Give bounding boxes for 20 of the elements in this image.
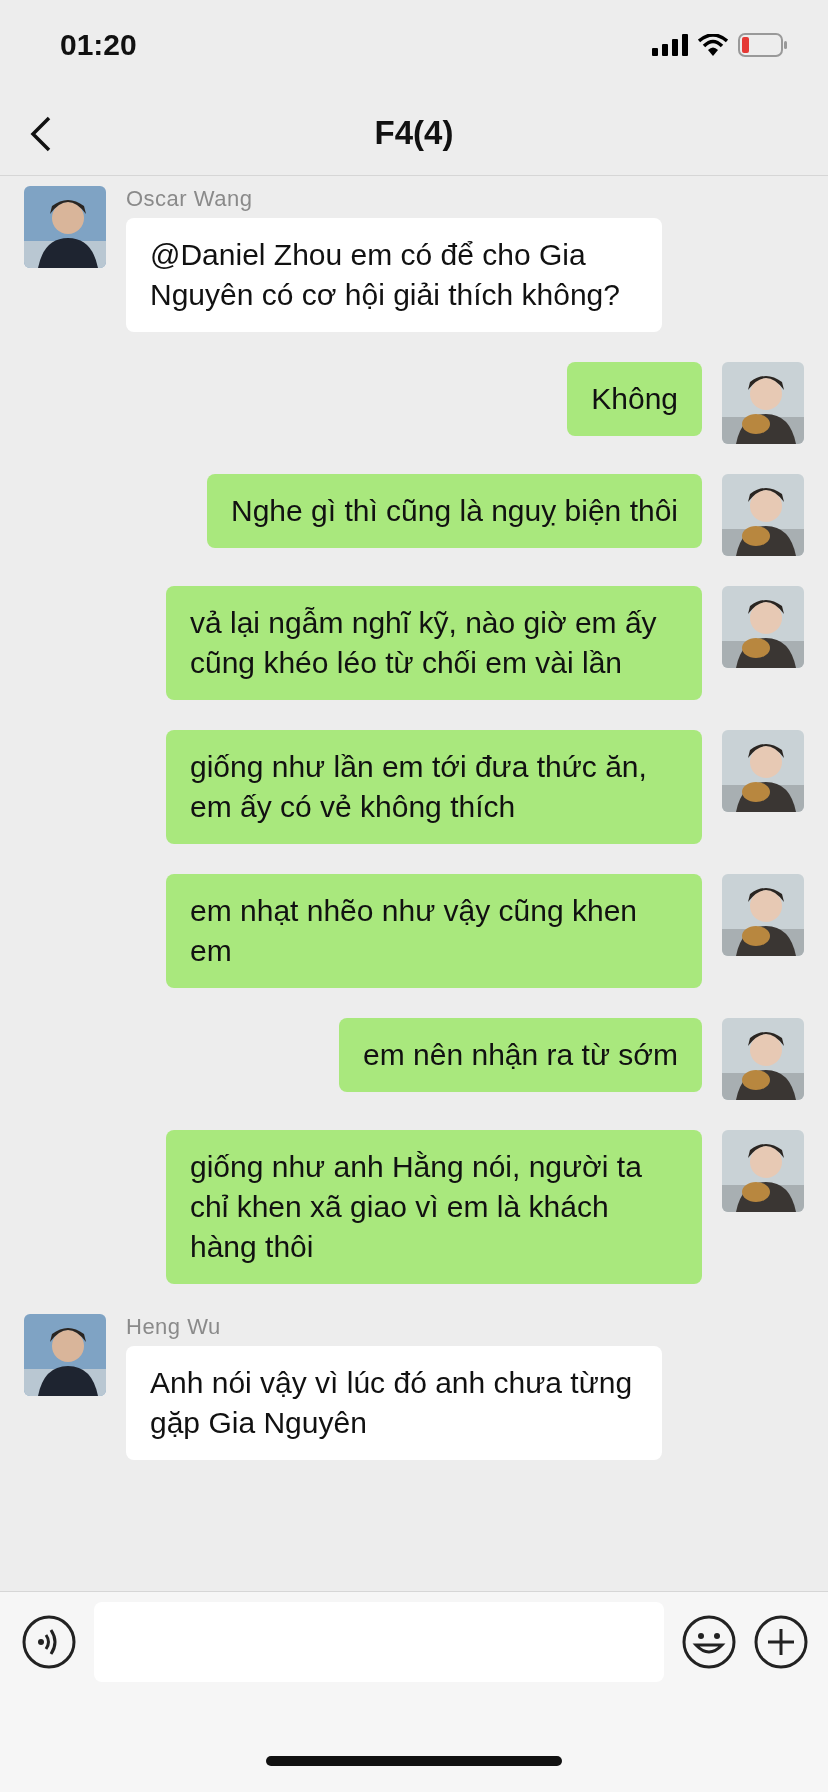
chat-title: F4(4) [374, 113, 454, 152]
message-bubble: giống như lần em tới đưa thức ăn, em ấy có vẻ không thích [166, 730, 702, 844]
message-bubble: @Daniel Zhou em có để cho Gia Nguyên có cơ hội giải thích không? [126, 218, 662, 332]
message-bubble: em nên nhận ra từ sớm [339, 1018, 702, 1092]
wifi-icon [698, 34, 728, 56]
sender-name: Oscar Wang [126, 186, 254, 212]
back-icon[interactable] [30, 116, 52, 152]
message-bubble: giống như anh Hằng nói, người ta chỉ khen xã giao vì em là khách hàng thôi [166, 1130, 702, 1284]
message-bubble: vả lại ngẫm nghĩ kỹ, nào giờ em ấy cũng khéo léo từ chối em vài lần [166, 586, 702, 700]
message-bubble: Không [567, 362, 702, 436]
message-bubble: Nghe gì thì cũng là nguỵ biện thôi [207, 474, 702, 548]
message-bubble: em nhạt nhẽo như vậy cũng khen em [166, 874, 702, 988]
voice-icon[interactable] [22, 1615, 76, 1669]
signal-icon [652, 34, 688, 56]
sender-name: Heng Wu [126, 1314, 222, 1340]
message-bubble: Anh nói vậy vì lúc đó anh chưa từng gặp Gia Nguyên [126, 1346, 662, 1460]
plus-icon[interactable] [754, 1615, 808, 1669]
status-time: 01:20 [60, 28, 137, 62]
battery-icon [738, 33, 788, 57]
emoji-icon[interactable] [682, 1615, 736, 1669]
